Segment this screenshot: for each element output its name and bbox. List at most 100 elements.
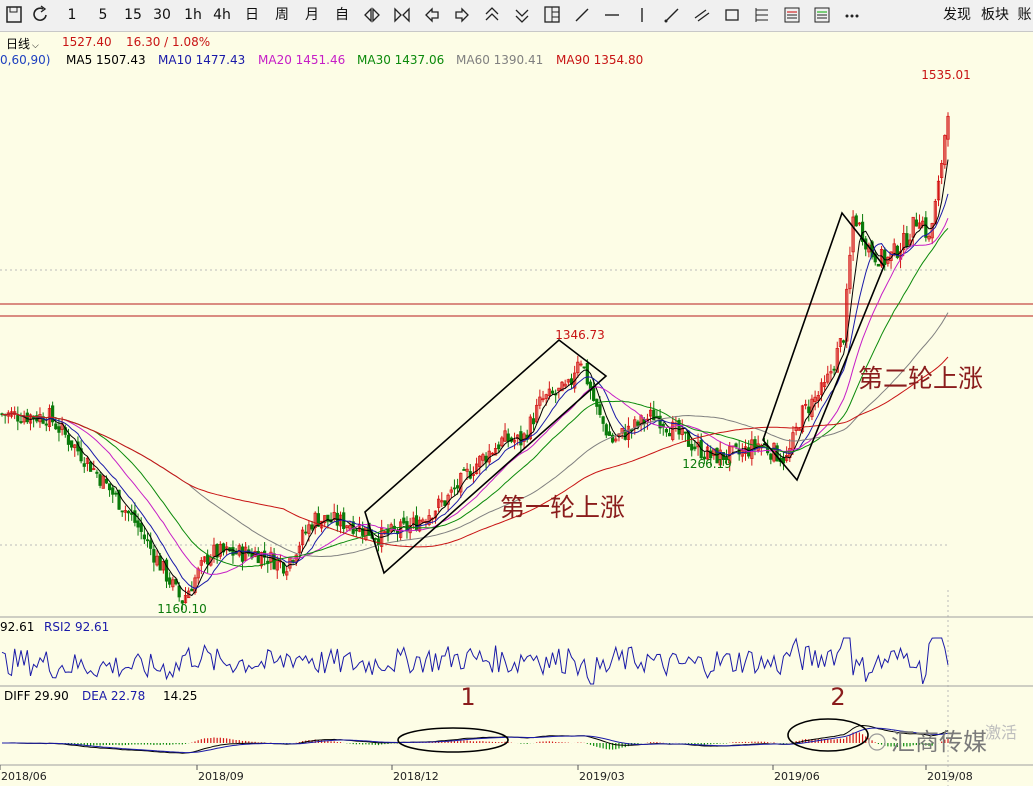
wave2-label: 第二轮上涨 — [858, 364, 983, 393]
candle-body — [44, 423, 48, 426]
candle-body — [607, 431, 612, 436]
price-label-high2: 1535.01 — [921, 68, 971, 82]
candle-body — [240, 546, 245, 562]
candle-body — [655, 415, 659, 418]
candle-body — [120, 510, 124, 513]
candle-body — [98, 474, 102, 486]
candle-body — [664, 429, 669, 433]
candle-body — [753, 439, 757, 448]
candle-body — [136, 520, 140, 528]
candle-body — [354, 529, 358, 532]
candle-body — [310, 524, 314, 530]
macd-dea-label: DEA 22.78 — [82, 689, 145, 703]
price-label-low2: 1266.19 — [682, 457, 732, 471]
candle-body — [164, 559, 169, 582]
candle-body — [636, 421, 640, 426]
candle-body — [769, 453, 773, 460]
x-tick-label: 2019/03 — [579, 770, 625, 783]
candle-body — [690, 443, 694, 451]
candle-body — [462, 469, 466, 471]
candle-body — [604, 424, 608, 436]
candle-body — [376, 538, 381, 546]
candle-body — [598, 404, 602, 415]
candle-body — [531, 418, 536, 425]
candle-body — [291, 560, 295, 562]
macd-hist-label: 14.25 — [163, 689, 197, 703]
x-tick-label: 2019/06 — [774, 770, 820, 783]
rsi-label: RSI2 92.61 — [44, 620, 109, 634]
candle-body — [111, 487, 115, 495]
candle-body — [373, 537, 377, 540]
candle-body — [693, 446, 697, 450]
ma-line — [1, 356, 949, 548]
candles — [0, 112, 950, 611]
candle-body — [206, 554, 210, 565]
candle-body — [82, 463, 86, 467]
candle-body — [54, 423, 58, 430]
candle-body — [585, 362, 589, 385]
candle-body — [107, 483, 112, 491]
candle-body — [807, 406, 811, 414]
wechat-icon — [868, 733, 886, 751]
watermark-text: 汇商传媒 — [891, 728, 987, 756]
candle-body — [70, 440, 74, 448]
candle-body — [231, 547, 235, 556]
candle-body — [114, 492, 118, 495]
watermark-logo — [868, 733, 886, 751]
candle-body — [19, 421, 23, 423]
candle-body — [149, 540, 153, 549]
candle-body — [126, 510, 131, 514]
candle-body — [883, 249, 887, 266]
candle-body — [133, 510, 137, 523]
candle-body — [402, 517, 406, 524]
candle-body — [168, 577, 172, 585]
ma-line — [1, 312, 949, 558]
macd-mark-1: 1 — [460, 683, 475, 711]
candle-body — [519, 431, 523, 446]
candle-body — [66, 434, 71, 445]
candle-body — [905, 233, 909, 248]
candle-body — [683, 431, 687, 434]
candle-body — [582, 366, 586, 369]
candle-body — [854, 215, 858, 227]
candle-body — [16, 414, 20, 422]
candle-body — [57, 426, 61, 433]
candle-body — [88, 461, 93, 472]
candle-body — [876, 263, 880, 267]
candle-body — [841, 340, 846, 343]
ma-line — [1, 218, 949, 576]
candle-body — [142, 534, 146, 540]
x-tick-label: 2018/09 — [198, 770, 244, 783]
candle-body — [139, 522, 143, 532]
candle-body — [95, 471, 99, 474]
candle-body — [177, 585, 181, 598]
price-label-low1: 1160.10 — [157, 602, 207, 616]
candle-body — [190, 588, 194, 592]
wave1-label: 第一轮上涨 — [500, 493, 625, 522]
candle-body — [104, 478, 109, 484]
candle-body — [914, 219, 918, 227]
candle-body — [452, 487, 457, 490]
x-tick-label: 2018/06 — [1, 770, 47, 783]
candle-body — [304, 531, 308, 534]
candle-body — [734, 443, 738, 448]
x-tick-label: 2018/12 — [393, 770, 439, 783]
candle-body — [667, 432, 672, 437]
candle-body — [550, 390, 555, 394]
candle-body — [832, 368, 836, 371]
candle-body — [145, 539, 150, 542]
kline-chart: 1346.73 1160.10 1266.19 1535.01 第一轮上涨 第二轮上涨 92… — [0, 68, 1033, 786]
candle-body — [25, 412, 29, 423]
candle-body — [497, 444, 501, 450]
price-label-high1: 1346.73 — [555, 328, 605, 342]
rsi-line — [1, 637, 949, 685]
candle-body — [506, 433, 510, 442]
candle-body — [601, 416, 605, 424]
x-tick-label: 2019/08 — [927, 770, 973, 783]
macd-diff-label: DIFF 29.90 — [4, 689, 69, 703]
rsi-value: 92.61 — [0, 620, 34, 634]
watermark-side: 激活 — [985, 723, 1017, 742]
macd-mark-2: 2 — [830, 683, 845, 711]
candle-body — [130, 512, 134, 515]
candle-body — [455, 485, 460, 489]
